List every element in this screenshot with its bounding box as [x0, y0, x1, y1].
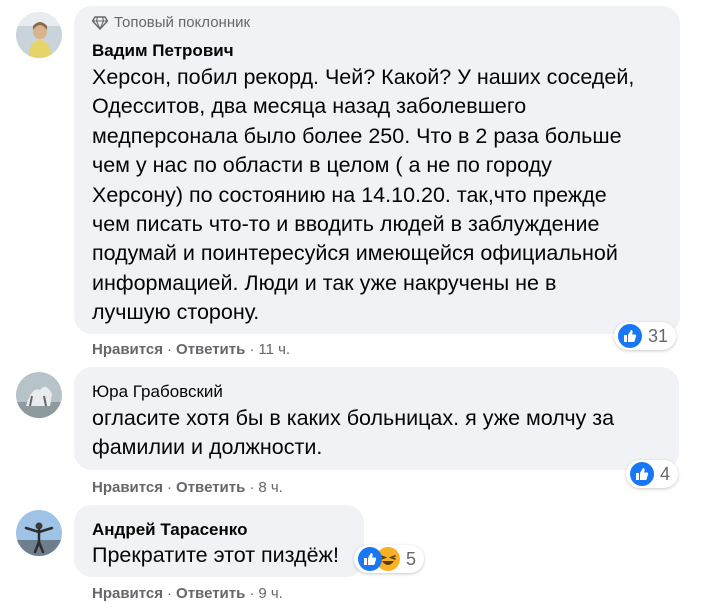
comment-author[interactable]: Вадим Петрович [92, 41, 234, 61]
separator-dot: · [167, 585, 173, 602]
comment-line: Херсон, побил рекорд. Чей? Какой? У наши… [92, 65, 635, 89]
comment-actions: Нравится · Ответить · 11 ч. [92, 341, 290, 358]
top-fan-badge[interactable]: Топовый поклонник [92, 14, 250, 31]
reply-button[interactable]: Ответить [176, 585, 245, 602]
comment-line: чем у нас по области в целом ( а не по г… [92, 153, 552, 178]
separator-dot: · [249, 479, 255, 496]
comment-line: чем писать что-то и вводить людей в забл… [92, 212, 600, 237]
avatar[interactable] [16, 510, 62, 556]
comment-line: подумай и поинтересуйся имеющейся официа… [92, 241, 618, 266]
badge-label: Топовый поклонник [114, 14, 251, 31]
separator-dot: · [167, 341, 173, 358]
reaction-count: 5 [406, 548, 417, 569]
comment-author[interactable]: Андрей Тарасенко [92, 520, 247, 540]
comment-text: огласите хотя бы в каких больницах. я уж… [92, 404, 614, 463]
reply-button[interactable]: Ответить [176, 479, 245, 496]
like-icon [358, 547, 382, 571]
comment-text: Херсон, побил рекорд. Чей? Какой? У наши… [92, 63, 634, 328]
comment-actions: Нравится · Ответить · 8 ч. [92, 479, 283, 496]
like-button[interactable]: Нравится [92, 341, 163, 358]
comment-line: огласите хотя бы в каких больницах. я уж… [92, 406, 615, 430]
comment-line: медперсонала было более 250. Что в 2 раз… [92, 123, 622, 148]
reactions-summary[interactable]: 31 [614, 322, 677, 350]
comment-line: Одесситов, два месяца назад заболевшего [92, 94, 527, 119]
diamond-icon [92, 15, 108, 30]
comment-text: Прекратите этот пиздёж! [92, 541, 339, 570]
comment-line: Прекратите этот пиздёж! [92, 543, 339, 567]
like-button[interactable]: Нравится [92, 479, 163, 496]
comment-author[interactable]: Юра Грабовский [92, 382, 223, 402]
reactions-summary[interactable]: 4 [626, 460, 679, 488]
comment-actions: Нравится · Ответить · 9 ч. [92, 585, 283, 602]
reaction-count: 4 [660, 463, 671, 484]
separator-dot: · [249, 585, 255, 602]
separator-dot: · [167, 479, 173, 496]
comment-timestamp[interactable]: 8 ч. [258, 479, 283, 496]
comment-line: лучшую сторону. [92, 300, 260, 325]
reactions-summary[interactable]: 5 [354, 545, 425, 573]
reaction-count: 31 [648, 325, 669, 346]
comment-line: информацией. Люди и так уже накручены не… [92, 270, 557, 295]
separator-dot: · [249, 341, 255, 358]
like-icon [630, 462, 654, 486]
like-button[interactable]: Нравится [92, 585, 163, 602]
comment-line: фамилии и должности. [92, 435, 323, 460]
avatar[interactable] [16, 12, 62, 58]
avatar[interactable] [16, 372, 62, 418]
reply-button[interactable]: Ответить [176, 341, 245, 358]
like-icon [618, 324, 642, 348]
comment-timestamp[interactable]: 11 ч. [258, 341, 290, 358]
comment-line: Херсону) по состоянию на 14.10.20. так,ч… [92, 182, 607, 207]
comment-timestamp[interactable]: 9 ч. [258, 585, 283, 602]
